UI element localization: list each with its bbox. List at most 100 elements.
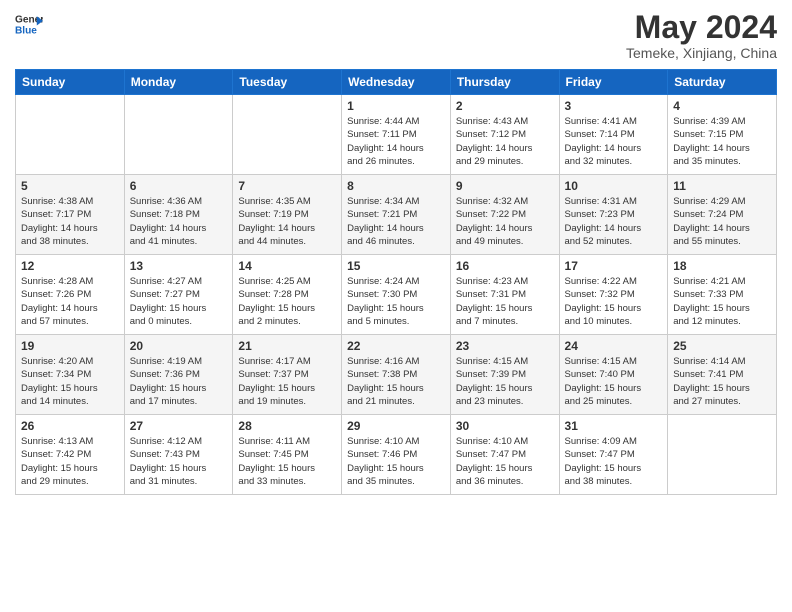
col-tuesday: Tuesday [233,70,342,95]
day-number: 9 [456,179,554,193]
day-info: Sunrise: 4:15 AMSunset: 7:39 PMDaylight:… [456,355,554,408]
day-cell: 21Sunrise: 4:17 AMSunset: 7:37 PMDayligh… [233,335,342,415]
day-number: 22 [347,339,445,353]
day-number: 8 [347,179,445,193]
day-cell: 8 Sunrise: 4:34 AMSunset: 7:21 PMDaylight… [342,175,451,255]
week-row-2: 5 Sunrise: 4:38 AMSunset: 7:17 PMDaylight… [16,175,777,255]
week-row-4: 19 Sunrise: 4:20 AMSunset: 7:34 PMDayligh… [16,335,777,415]
day-cell [233,95,342,175]
day-cell: 23 Sunrise: 4:15 AMSunset: 7:39 PMDayligh… [450,335,559,415]
day-info: Sunrise: 4:10 AMSunset: 7:46 PMDaylight:… [347,435,445,488]
day-number: 11 [673,179,771,193]
day-number: 15 [347,259,445,273]
day-info: Sunrise: 4:14 AMSunset: 7:41 PMDaylight:… [673,355,771,408]
month-year-title: May 2024 [626,10,777,45]
day-number: 1 [347,99,445,113]
day-cell: 18 Sunrise: 4:21 AMSunset: 7:33 PMDayligh… [668,255,777,335]
day-info: Sunrise: 4:43 AMSunset: 7:12 PMDaylight:… [456,115,554,168]
day-info: Sunrise: 4:34 AMSunset: 7:21 PMDaylight:… [347,195,445,248]
day-cell: 6 Sunrise: 4:36 AMSunset: 7:18 PMDaylight… [124,175,233,255]
day-cell: 28Sunrise: 4:11 AMSunset: 7:45 PMDayligh… [233,415,342,495]
day-cell: 27 Sunrise: 4:12 AMSunset: 7:43 PMDayligh… [124,415,233,495]
day-number: 18 [673,259,771,273]
col-sunday: Sunday [16,70,125,95]
col-thursday: Thursday [450,70,559,95]
day-info: Sunrise: 4:21 AMSunset: 7:33 PMDaylight:… [673,275,771,328]
logo: General Blue [15,10,43,38]
day-number: 4 [673,99,771,113]
day-cell: 31 Sunrise: 4:09 AMSunset: 7:47 PMDayligh… [559,415,668,495]
week-row-1: 1 Sunrise: 4:44 AMSunset: 7:11 PMDaylight… [16,95,777,175]
day-cell: 19 Sunrise: 4:20 AMSunset: 7:34 PMDayligh… [16,335,125,415]
day-number: 28 [238,419,336,433]
day-info: Sunrise: 4:24 AMSunset: 7:30 PMDaylight:… [347,275,445,328]
day-info: Sunrise: 4:28 AMSunset: 7:26 PMDaylight:… [21,275,119,328]
day-cell: 10 Sunrise: 4:31 AMSunset: 7:23 PMDayligh… [559,175,668,255]
day-cell: 13Sunrise: 4:27 AMSunset: 7:27 PMDayligh… [124,255,233,335]
header: General Blue May 2024 Temeke, Xinjiang, … [15,10,777,61]
header-row: Sunday Monday Tuesday Wednesday Thursday… [16,70,777,95]
day-cell: 1 Sunrise: 4:44 AMSunset: 7:11 PMDaylight… [342,95,451,175]
col-saturday: Saturday [668,70,777,95]
day-info: Sunrise: 4:13 AMSunset: 7:42 PMDaylight:… [21,435,119,488]
day-cell: 15 Sunrise: 4:24 AMSunset: 7:30 PMDayligh… [342,255,451,335]
day-number: 13 [130,259,228,273]
svg-text:Blue: Blue [15,25,37,36]
day-number: 14 [238,259,336,273]
day-info: Sunrise: 4:17 AMSunset: 7:37 PMDaylight:… [238,355,336,408]
week-row-5: 26 Sunrise: 4:13 AMSunset: 7:42 PMDayligh… [16,415,777,495]
calendar-table: Sunday Monday Tuesday Wednesday Thursday… [15,69,777,495]
day-info: Sunrise: 4:31 AMSunset: 7:23 PMDaylight:… [565,195,663,248]
day-number: 6 [130,179,228,193]
day-cell [668,415,777,495]
day-cell: 17 Sunrise: 4:22 AMSunset: 7:32 PMDayligh… [559,255,668,335]
col-monday: Monday [124,70,233,95]
day-info: Sunrise: 4:12 AMSunset: 7:43 PMDaylight:… [130,435,228,488]
day-info: Sunrise: 4:15 AMSunset: 7:40 PMDaylight:… [565,355,663,408]
day-cell: 24 Sunrise: 4:15 AMSunset: 7:40 PMDayligh… [559,335,668,415]
day-number: 24 [565,339,663,353]
day-cell: 2Sunrise: 4:43 AMSunset: 7:12 PMDaylight… [450,95,559,175]
day-number: 20 [130,339,228,353]
day-info: Sunrise: 4:35 AMSunset: 7:19 PMDaylight:… [238,195,336,248]
day-cell: 30Sunrise: 4:10 AMSunset: 7:47 PMDayligh… [450,415,559,495]
page: General Blue May 2024 Temeke, Xinjiang, … [0,0,792,612]
location-subtitle: Temeke, Xinjiang, China [626,45,777,61]
day-cell: 14 Sunrise: 4:25 AMSunset: 7:28 PMDayligh… [233,255,342,335]
day-info: Sunrise: 4:41 AMSunset: 7:14 PMDaylight:… [565,115,663,168]
day-number: 26 [21,419,119,433]
day-number: 17 [565,259,663,273]
day-info: Sunrise: 4:23 AMSunset: 7:31 PMDaylight:… [456,275,554,328]
day-number: 31 [565,419,663,433]
day-info: Sunrise: 4:36 AMSunset: 7:18 PMDaylight:… [130,195,228,248]
day-number: 27 [130,419,228,433]
day-cell: 26 Sunrise: 4:13 AMSunset: 7:42 PMDayligh… [16,415,125,495]
day-number: 10 [565,179,663,193]
day-info: Sunrise: 4:10 AMSunset: 7:47 PMDaylight:… [456,435,554,488]
day-number: 19 [21,339,119,353]
day-info: Sunrise: 4:39 AMSunset: 7:15 PMDaylight:… [673,115,771,168]
day-info: Sunrise: 4:22 AMSunset: 7:32 PMDaylight:… [565,275,663,328]
day-cell [124,95,233,175]
day-cell: 25Sunrise: 4:14 AMSunset: 7:41 PMDayligh… [668,335,777,415]
day-info: Sunrise: 4:19 AMSunset: 7:36 PMDaylight:… [130,355,228,408]
day-info: Sunrise: 4:29 AMSunset: 7:24 PMDaylight:… [673,195,771,248]
day-info: Sunrise: 4:44 AMSunset: 7:11 PMDaylight:… [347,115,445,168]
day-cell: 29 Sunrise: 4:10 AMSunset: 7:46 PMDayligh… [342,415,451,495]
day-cell: 20 Sunrise: 4:19 AMSunset: 7:36 PMDayligh… [124,335,233,415]
day-info: Sunrise: 4:32 AMSunset: 7:22 PMDaylight:… [456,195,554,248]
day-info: Sunrise: 4:16 AMSunset: 7:38 PMDaylight:… [347,355,445,408]
day-number: 5 [21,179,119,193]
day-info: Sunrise: 4:25 AMSunset: 7:28 PMDaylight:… [238,275,336,328]
day-info: Sunrise: 4:38 AMSunset: 7:17 PMDaylight:… [21,195,119,248]
day-cell: 3 Sunrise: 4:41 AMSunset: 7:14 PMDaylight… [559,95,668,175]
day-info: Sunrise: 4:09 AMSunset: 7:47 PMDaylight:… [565,435,663,488]
day-number: 23 [456,339,554,353]
day-number: 3 [565,99,663,113]
day-cell: 9 Sunrise: 4:32 AMSunset: 7:22 PMDaylight… [450,175,559,255]
title-block: May 2024 Temeke, Xinjiang, China [626,10,777,61]
logo-icon: General Blue [15,10,43,38]
day-cell [16,95,125,175]
day-info: Sunrise: 4:20 AMSunset: 7:34 PMDaylight:… [21,355,119,408]
day-number: 29 [347,419,445,433]
